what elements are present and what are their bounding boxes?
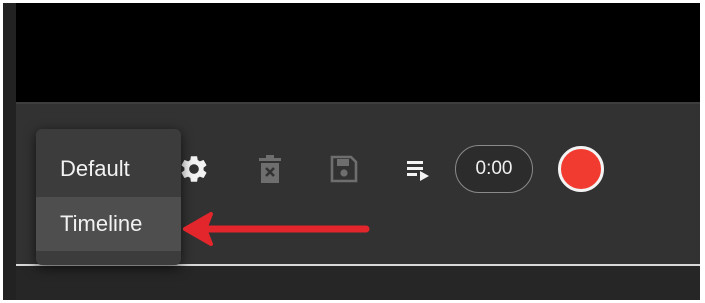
settings-button[interactable]	[176, 151, 212, 187]
recording-timer: 0:00	[455, 145, 533, 193]
record-button[interactable]	[558, 146, 604, 192]
video-preview	[16, 3, 700, 102]
left-edge-panel	[3, 3, 16, 300]
playlist-play-icon	[407, 161, 429, 181]
annotation-arrow-icon	[183, 212, 370, 246]
menu-item-timeline[interactable]: Timeline	[36, 197, 181, 251]
timer-value: 0:00	[475, 158, 513, 179]
trash-icon	[259, 155, 281, 183]
view-mode-menu: Default Timeline	[36, 129, 181, 265]
delete-button[interactable]	[252, 151, 288, 187]
save-button[interactable]	[326, 151, 362, 187]
gear-icon	[181, 156, 207, 182]
bottom-panel	[16, 266, 700, 300]
app-window: 0:00 Default Timeline	[3, 3, 700, 300]
menu-item-label: Default	[60, 156, 130, 181]
playlist-button[interactable]	[400, 151, 436, 187]
menu-item-default[interactable]: Default	[36, 142, 181, 196]
menu-item-label: Timeline	[60, 211, 143, 236]
save-icon	[330, 155, 358, 183]
